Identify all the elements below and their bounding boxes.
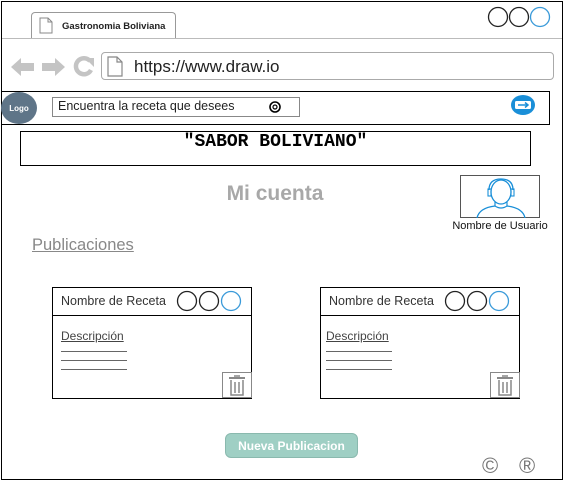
- refresh-icon[interactable]: [72, 55, 96, 79]
- tab-strip-divider: [2, 38, 562, 39]
- card-window-controls: [444, 290, 510, 312]
- circle-icon[interactable]: [466, 290, 488, 312]
- description-line: [326, 369, 392, 370]
- page-icon: [39, 17, 53, 34]
- trash-icon: [229, 375, 245, 396]
- circle-icon[interactable]: [488, 290, 510, 312]
- recipe-name: Nombre de Receta: [61, 294, 166, 308]
- tab-title: Gastronomia Boliviana: [62, 21, 166, 32]
- search-icon[interactable]: [268, 100, 282, 114]
- trash-icon: [497, 375, 513, 396]
- url-text: https://www.draw.io: [134, 57, 280, 76]
- new-post-button[interactable]: Nueva Publicacion: [225, 433, 358, 458]
- circle-icon[interactable]: [198, 290, 220, 312]
- close-icon[interactable]: [529, 6, 551, 28]
- site-logo[interactable]: Logo: [1, 92, 37, 124]
- description-line: [61, 351, 127, 352]
- window-controls: [487, 6, 551, 28]
- copyright-icon: ©: [482, 453, 499, 478]
- login-icon[interactable]: [510, 94, 536, 116]
- site-title: "SABOR BOLIVIANO": [183, 132, 368, 152]
- description-line: [326, 351, 392, 352]
- description-line: [326, 360, 392, 361]
- recipe-description-label: Descripción: [326, 329, 389, 343]
- forward-arrow-icon[interactable]: [40, 56, 66, 78]
- page-title: Mi cuenta: [226, 182, 324, 205]
- publications-link[interactable]: Publicaciones: [32, 236, 134, 255]
- circle-icon[interactable]: [220, 290, 242, 312]
- circle-icon[interactable]: [444, 290, 466, 312]
- page-icon: [107, 56, 123, 77]
- user-name: Nombre de Usuario: [452, 220, 548, 232]
- recipe-description-label: Descripción: [61, 329, 124, 343]
- circle-icon[interactable]: [176, 290, 198, 312]
- registered-icon: ®: [519, 453, 536, 478]
- user-icon: [476, 178, 526, 218]
- back-arrow-icon[interactable]: [10, 56, 36, 78]
- description-line: [61, 360, 127, 361]
- recipe-name: Nombre de Receta: [329, 294, 434, 308]
- card-window-controls: [176, 290, 242, 312]
- description-line: [61, 369, 127, 370]
- search-placeholder: Encuentra la receta que desees: [58, 99, 235, 113]
- minimize-icon[interactable]: [487, 6, 509, 28]
- maximize-icon[interactable]: [508, 6, 530, 28]
